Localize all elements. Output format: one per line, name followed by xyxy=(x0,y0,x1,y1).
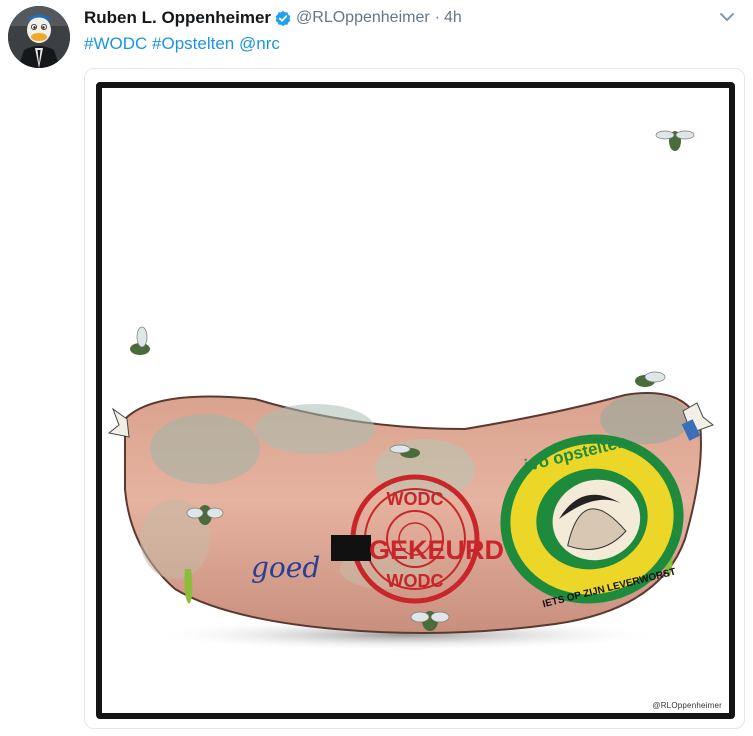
fly-right xyxy=(635,371,666,387)
tweet: Ruben L. Oppenheimer @RLOppenheimer · 4h… xyxy=(0,0,753,736)
goed-handwriting: goed xyxy=(251,551,320,584)
timestamp-link[interactable]: 4h xyxy=(444,9,462,27)
stamp-bottom-text: WODC xyxy=(387,571,444,591)
chevron-down-icon[interactable] xyxy=(717,7,737,27)
fly-top-right xyxy=(655,130,695,151)
cartoon-illustration: WODC WODC goed GEKEURD ivo opstelten IET… xyxy=(107,130,715,651)
tweet-text: #WODC #Opstelten @nrc xyxy=(84,34,280,54)
avatar[interactable] xyxy=(8,6,70,68)
artist-watermark: @RLOppenheimer xyxy=(652,701,722,710)
fly-left xyxy=(130,326,150,355)
tweet-image[interactable]: WODC WODC goed GEKEURD ivo opstelten IET… xyxy=(84,68,745,729)
tweet-header: Ruben L. Oppenheimer @RLOppenheimer · 4h xyxy=(84,7,743,29)
separator-dot: · xyxy=(434,9,440,26)
gekeurd-text: GEKEURD xyxy=(369,535,504,565)
stamp-top-text: WODC xyxy=(387,489,444,509)
censor-bar xyxy=(331,535,371,561)
hashtag-opstelten-link[interactable]: #Opstelten xyxy=(152,34,234,53)
sausage-end-left xyxy=(107,407,130,438)
hashtag-wodc-link[interactable]: #WODC xyxy=(84,34,147,53)
user-handle[interactable]: @RLOppenheimer xyxy=(296,9,430,27)
display-name[interactable]: Ruben L. Oppenheimer xyxy=(84,8,271,28)
drip-left xyxy=(184,569,193,604)
mention-nrc-link[interactable]: @nrc xyxy=(239,34,280,53)
avatar-image xyxy=(8,6,70,68)
verified-badge-icon xyxy=(275,10,291,27)
